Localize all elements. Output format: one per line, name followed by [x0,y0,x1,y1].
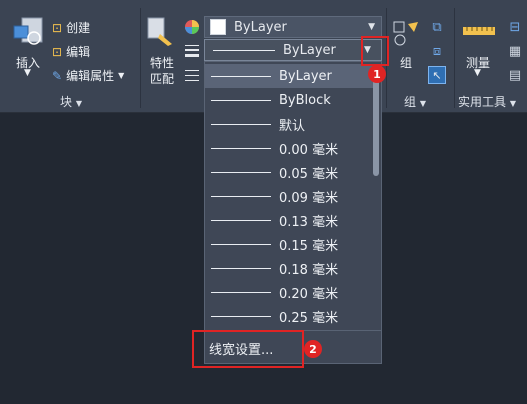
dropdown-option[interactable]: 默认 [205,112,373,136]
callout-box-arrow [361,36,389,66]
edit-block-button[interactable]: ⊡ 编辑 [52,43,90,60]
match-properties-icon[interactable] [146,16,176,48]
dropdown-option[interactable]: ByLayer [205,64,373,88]
line-sample [211,171,271,173]
dropdown-option[interactable]: ByBlock [205,88,373,112]
callout-box-settings [192,330,304,368]
line-sample [211,315,271,317]
dropdown-option[interactable]: 0.00 毫米 [205,136,373,160]
line-sample [211,123,271,125]
create-block-icon: ⊡ [52,20,63,35]
group-toggle-icon[interactable]: ↖ [428,66,446,84]
line-sample [211,75,271,77]
callout-badge: 2 [304,340,322,358]
insert-dropdown-icon[interactable]: ▼ [24,68,31,78]
create-block-button[interactable]: ⊡ 创建 [52,19,90,36]
block-panel-title[interactable]: 块 ▼ [60,93,82,110]
lineweight-icon[interactable] [183,42,201,60]
measure-icon[interactable] [462,24,496,38]
dropdown-option[interactable]: 0.15 毫米 [205,232,373,256]
color-combo-value: ByLayer [234,19,287,35]
lineweight-combo-value: ByLayer [283,42,336,58]
dropdown-option[interactable]: 0.05 毫米 [205,160,373,184]
insert-block-icon[interactable] [12,16,46,48]
edit-attributes-icon: ✎ [52,68,63,83]
dropdown-option[interactable]: 0.13 毫米 [205,208,373,232]
line-sample [211,291,271,293]
lineweight-dropdown-list: ByLayer ByBlock 默认 0.00 毫米 0.05 毫米 0.09 … [204,61,382,364]
line-sample [211,147,271,149]
group-icon[interactable] [390,18,422,50]
lineweight-combo[interactable]: ByLayer [204,39,382,61]
edit-attributes-button[interactable]: ✎ 编辑属性 ▼ [52,67,124,84]
group-select-icon[interactable]: ⧈ [428,42,446,60]
match-properties-label-line1[interactable]: 特性 [150,54,174,71]
calculator-icon[interactable]: ▦ [506,42,524,60]
dropdown-option[interactable]: 0.09 毫米 [205,184,373,208]
group-panel-title[interactable]: 组 ▼ [404,93,426,110]
line-sample [211,99,271,101]
measure-dropdown-icon[interactable]: ▼ [474,68,481,78]
panel-divider [454,8,455,108]
group-label[interactable]: 组 [400,54,412,71]
line-sample [211,267,271,269]
line-sample [213,49,275,51]
dropdown-option[interactable]: 0.25 毫米 [205,304,373,328]
id-point-icon[interactable]: ▤ [506,66,524,84]
panel-divider [140,8,141,108]
chevron-down-icon: ▼ [118,71,125,80]
color-swatch [210,19,226,35]
color-combo[interactable]: ByLayer ▼ [204,16,382,38]
line-sample [211,243,271,245]
edit-block-icon: ⊡ [52,44,63,59]
callout-badge: 1 [368,65,386,83]
group-edit-icon[interactable]: ⧉ [428,18,446,36]
match-properties-label-line2[interactable]: 匹配 [150,70,174,87]
quick-calc-icon[interactable]: ⊟ [506,18,524,36]
color-wheel-icon[interactable] [183,18,201,36]
linetype-icon[interactable] [183,66,201,84]
dropdown-option[interactable]: 0.20 毫米 [205,280,373,304]
chevron-down-icon[interactable]: ▼ [368,22,375,32]
line-sample [211,195,271,197]
line-sample [211,219,271,221]
utility-panel-title[interactable]: 实用工具 ▼ [458,93,516,110]
dropdown-option[interactable]: 0.18 毫米 [205,256,373,280]
